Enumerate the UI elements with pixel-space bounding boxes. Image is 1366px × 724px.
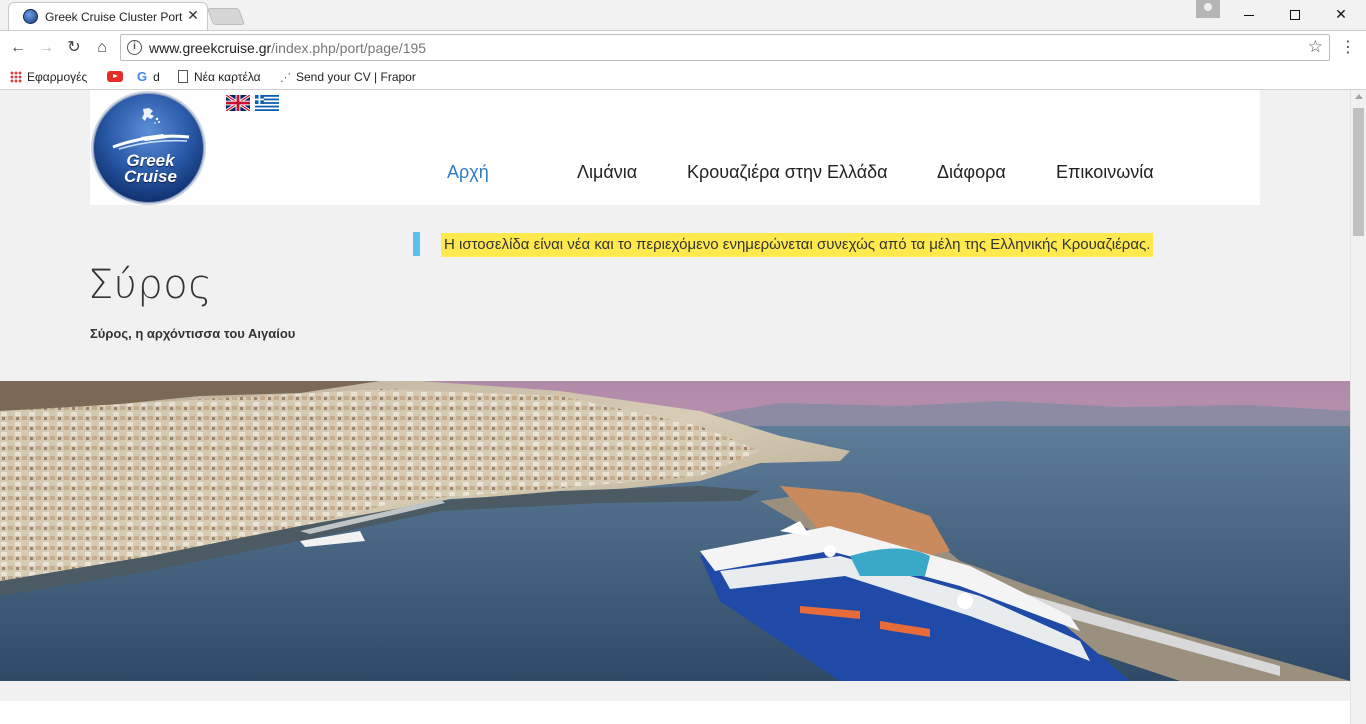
google-icon: G [137,69,148,84]
bookmarks-bar: Εφαρμογές Gd Νέα καρτέλα ⋰ Send your CV |… [0,64,1366,90]
minimize-button[interactable] [1226,0,1272,28]
reload-icon[interactable]: ↻ [63,37,85,59]
bookmark-apps[interactable]: Εφαρμογές [10,68,87,86]
nav-cruise-greece[interactable]: Κρουαζιέρα στην Ελλάδα [687,162,888,183]
page-subtitle: Σύρος, η αρχόντισσα του Αιγαίου [90,326,296,341]
bookmark-cv[interactable]: ⋰ Send your CV | Frapor [280,68,416,86]
url-path: /index.php/port/page/195 [271,40,427,56]
site-favicon-icon [23,9,38,24]
web-page: Greek Cruise Αρχή Λιμάνια Κρουαζιέρα στη… [0,90,1350,724]
bookmark-label: d [153,70,160,84]
greek-flag-icon[interactable] [255,95,279,111]
scroll-thumb[interactable] [1353,108,1364,236]
tab-strip: Greek Cruise Cluster Port ✕ ✕ [0,0,1366,30]
site-notice: Η ιστοσελίδα είναι νέα και το περιεχόμεν… [441,233,1154,257]
browser-menu-icon[interactable]: ⋮ [1340,37,1356,59]
greece-map-icon [142,108,160,124]
page-title: Σύρος [88,262,213,308]
bookmark-star-icon[interactable]: ☆ [1308,37,1323,57]
url-text: www.greekcruise.gr/index.php/port/page/1… [149,40,426,56]
content-area [0,701,1350,724]
back-arrow-icon[interactable]: ← [7,37,29,59]
greek-cruise-logo[interactable]: Greek Cruise [91,91,206,205]
page-scrollbar[interactable] [1350,90,1366,724]
scroll-up-arrow-icon[interactable] [1355,94,1363,99]
bookmark-label: Send your CV | Frapor [296,70,416,84]
site-header: Greek Cruise Αρχή Λιμάνια Κρουαζιέρα στη… [90,90,1260,205]
profile-icon[interactable] [1196,0,1220,18]
apps-grid-icon [10,71,22,83]
bookmark-label: Νέα καρτέλα [194,70,261,84]
page-icon [178,70,188,83]
close-window-button[interactable]: ✕ [1318,0,1364,28]
bookmark-new-tab[interactable]: Νέα καρτέλα [178,68,261,86]
bookmark-label: Εφαρμογές [27,70,88,84]
minimize-icon [1244,14,1254,16]
ship-swoosh-icon [112,134,190,150]
fraport-icon: ⋰ [280,72,291,84]
syros-hero-image [0,381,1350,681]
info-icon[interactable]: i [127,40,142,55]
url-host: www.greekcruise.gr [149,40,272,56]
english-flag-icon[interactable] [226,95,250,111]
tab-title: Greek Cruise Cluster Port [45,10,183,24]
bookmark-youtube[interactable] [107,68,123,86]
home-icon[interactable]: ⌂ [91,37,113,59]
forward-arrow-icon[interactable]: → [35,37,57,59]
new-tab-button[interactable] [206,8,246,25]
nav-home[interactable]: Αρχή [447,162,489,183]
address-bar[interactable]: i www.greekcruise.gr/index.php/port/page… [120,34,1330,61]
nav-ports[interactable]: Λιμάνια [577,162,637,183]
browser-toolbar: ← → ↻ ⌂ i www.greekcruise.gr/index.php/p… [0,30,1366,64]
bookmark-google[interactable]: Gd [137,68,160,86]
browser-tab[interactable]: Greek Cruise Cluster Port ✕ [8,2,208,30]
nav-misc[interactable]: Διάφορα [937,162,1006,183]
logo-text-line2: Cruise [124,167,177,186]
close-tab-icon[interactable]: ✕ [185,7,201,24]
restore-icon [1290,10,1300,21]
nav-contact[interactable]: Επικοινωνία [1056,162,1154,183]
youtube-icon [107,71,123,82]
maximize-button[interactable] [1272,0,1318,28]
notice-accent-bar [413,232,420,256]
